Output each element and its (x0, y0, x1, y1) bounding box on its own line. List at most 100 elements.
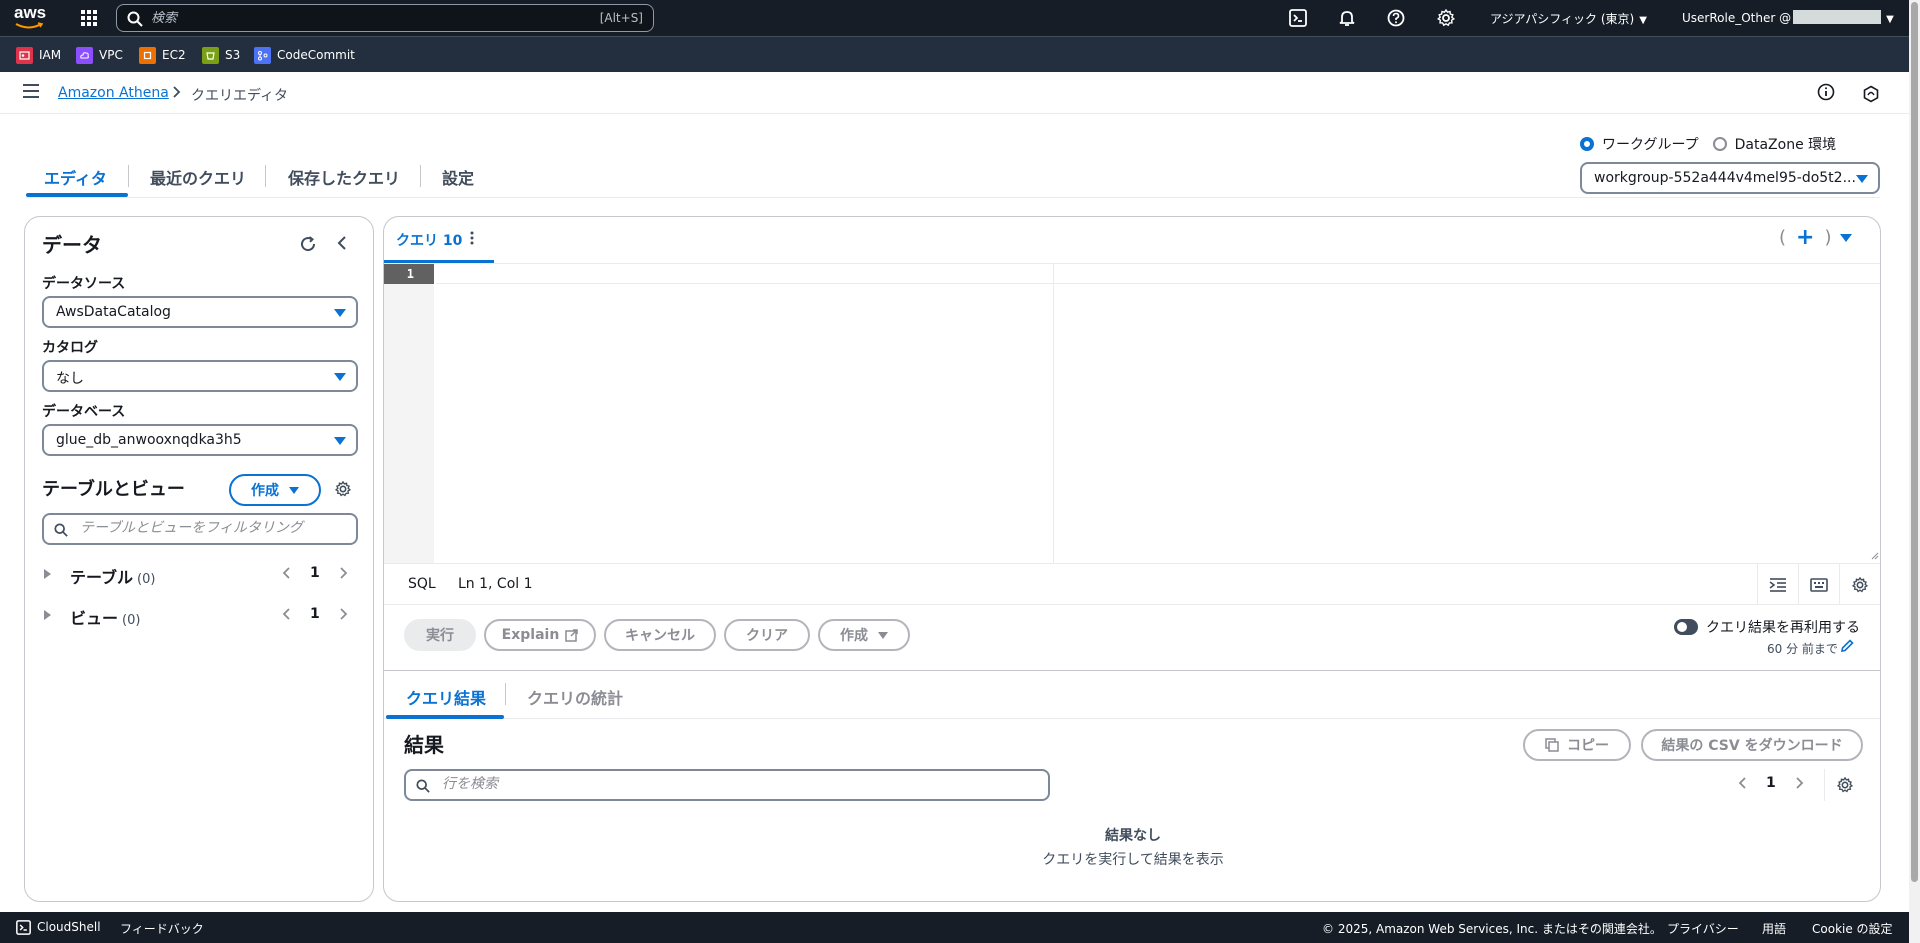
views-tree-row[interactable]: ビュー (0) 1 (42, 603, 358, 629)
copy-button[interactable]: コピー (1523, 729, 1631, 761)
keyboard-icon[interactable] (1798, 564, 1839, 605)
clear-button[interactable]: クリア (724, 619, 810, 651)
radio-workgroup[interactable] (1580, 137, 1594, 151)
datasource-select[interactable]: AwsDataCatalog (42, 296, 358, 328)
breadcrumb-athena-link[interactable]: Amazon Athena (58, 85, 169, 101)
gear-icon[interactable] (1437, 9, 1455, 27)
chevron-right-icon[interactable] (338, 566, 348, 580)
download-csv-button[interactable]: 結果の CSV をダウンロード (1641, 729, 1863, 761)
sql-code-editor[interactable]: 1 (384, 263, 1880, 564)
views-label-text: ビュー (70, 609, 119, 628)
cookie-settings-link[interactable]: Cookie の設定 (1812, 920, 1893, 937)
catalog-select[interactable]: なし (42, 360, 358, 392)
caret-down-icon[interactable] (1839, 233, 1852, 242)
terms-link[interactable]: 用語 (1762, 920, 1786, 937)
tables-page-number[interactable]: 1 (310, 565, 320, 581)
kebab-menu-icon[interactable] (470, 231, 474, 245)
radio-datazone[interactable] (1712, 137, 1727, 151)
favorite-vpc[interactable]: VPC (76, 46, 123, 64)
favorite-iam[interactable]: IAM (16, 46, 61, 64)
chevron-left-icon[interactable] (282, 607, 292, 621)
copy-label: コピー (1567, 738, 1609, 754)
copy-icon (1545, 738, 1559, 752)
favorite-label: CodeCommit (277, 48, 355, 62)
aws-logo[interactable]: aws (14, 4, 54, 32)
bell-icon[interactable] (1338, 9, 1356, 27)
results-search-input[interactable] (442, 776, 1022, 792)
favorite-codecommit[interactable]: CodeCommit (254, 46, 355, 64)
query-tab[interactable]: クエリ 10 (396, 230, 462, 250)
gear-icon[interactable] (335, 481, 351, 497)
edit-pencil-icon[interactable] (1840, 639, 1854, 653)
format-indent-icon[interactable] (1757, 564, 1798, 605)
help-icon[interactable] (1387, 9, 1405, 27)
refresh-icon[interactable] (299, 235, 317, 253)
collapse-panel-icon[interactable] (336, 235, 348, 251)
tab-settings[interactable]: 設定 (442, 155, 474, 195)
tab-editor[interactable]: エディタ (44, 155, 107, 195)
caret-down-icon (334, 437, 346, 445)
favorite-ec2[interactable]: EC2 (139, 46, 186, 64)
search-icon (127, 11, 143, 27)
tables-tree-row[interactable]: テーブル (0) 1 (42, 562, 358, 588)
expand-caret-icon[interactable] (44, 610, 51, 620)
resize-handle-icon[interactable] (1871, 552, 1879, 560)
scrollbar-thumb[interactable] (1911, 2, 1918, 882)
page-scrollbar[interactable] (1909, 0, 1920, 943)
cloudshell-icon[interactable] (16, 920, 31, 935)
global-search[interactable]: [Alt+S] (116, 4, 654, 32)
views-page-number[interactable]: 1 (310, 606, 320, 622)
vpc-service-icon (76, 46, 93, 64)
copyright-text: © 2025, Amazon Web Services, Inc. またはその関… (1322, 922, 1662, 936)
run-button[interactable]: 実行 (404, 619, 476, 651)
editor-status-bar: SQL Ln 1, Col 1 (384, 563, 1880, 605)
tab-saved-queries[interactable]: 保存したクエリ (288, 155, 400, 195)
expand-caret-icon[interactable] (44, 569, 51, 579)
tab-divider (420, 165, 421, 187)
cancel-button[interactable]: キャンセル (604, 619, 716, 651)
results-page-number[interactable]: 1 (1766, 775, 1776, 791)
query-editor-panel: クエリ 10 ( + ) 1 SQL Ln 1, Col 1 実行 Explai… (383, 216, 1881, 902)
global-search-input[interactable] (151, 9, 551, 27)
privacy-link[interactable]: プライバシー (1667, 920, 1739, 937)
table-filter[interactable] (42, 513, 358, 545)
gear-icon[interactable] (1836, 777, 1853, 793)
workgroup-value: workgroup-552a444v4mel95-do5t2... (1594, 170, 1856, 186)
gear-icon[interactable] (1839, 564, 1880, 605)
results-search[interactable] (404, 769, 1050, 801)
region-selector[interactable]: アジアパシフィック (東京) ▼ (1490, 10, 1647, 27)
chevron-left-icon[interactable] (1738, 776, 1748, 790)
feedback-link[interactable]: フィードバック (120, 920, 204, 937)
tab-query-results[interactable]: クエリ結果 (406, 685, 486, 709)
menu-icon[interactable] (23, 84, 39, 98)
create-query-button[interactable]: 作成 (818, 619, 910, 651)
tab-recent-queries[interactable]: 最近のクエリ (150, 155, 246, 195)
cloudshell-icon[interactable] (1289, 9, 1307, 27)
reuse-results-label: クエリ結果を再利用する (1706, 620, 1860, 636)
explain-button[interactable]: Explain (484, 619, 596, 651)
active-line[interactable] (436, 264, 1880, 284)
chevron-left-icon[interactable] (282, 566, 292, 580)
tab-divider (128, 165, 129, 187)
chevron-right-icon[interactable] (1794, 776, 1804, 790)
chevron-right-icon[interactable] (338, 607, 348, 621)
favorite-s3[interactable]: S3 (202, 46, 240, 64)
table-filter-input[interactable] (80, 520, 340, 536)
ai-assistant-icon[interactable] (1862, 85, 1880, 103)
breadcrumb-current: クエリエディタ (191, 88, 289, 104)
apps-grid-icon[interactable] (80, 9, 98, 27)
create-table-button[interactable]: 作成 (229, 474, 321, 506)
s3-service-icon (202, 46, 219, 64)
info-icon[interactable] (1817, 83, 1835, 101)
tab-query-stats[interactable]: クエリの統計 (527, 685, 623, 709)
account-menu[interactable]: UserRole_Other @ ▼ (1682, 10, 1894, 25)
workgroup-select[interactable]: workgroup-552a444v4mel95-do5t2... (1580, 162, 1880, 194)
add-query-tab-icon[interactable]: + (1796, 226, 1814, 248)
data-panel: データ データソース AwsDataCatalog カタログ なし データベース… (24, 216, 374, 902)
reuse-results-toggle[interactable] (1674, 619, 1698, 635)
run-label: 実行 (426, 628, 454, 644)
database-select[interactable]: glue_db_anwooxnqdka3h5 (42, 424, 358, 456)
cloudshell-link[interactable]: CloudShell (37, 920, 101, 934)
favorite-label: VPC (99, 48, 123, 62)
results-settings[interactable] (1824, 769, 1864, 801)
